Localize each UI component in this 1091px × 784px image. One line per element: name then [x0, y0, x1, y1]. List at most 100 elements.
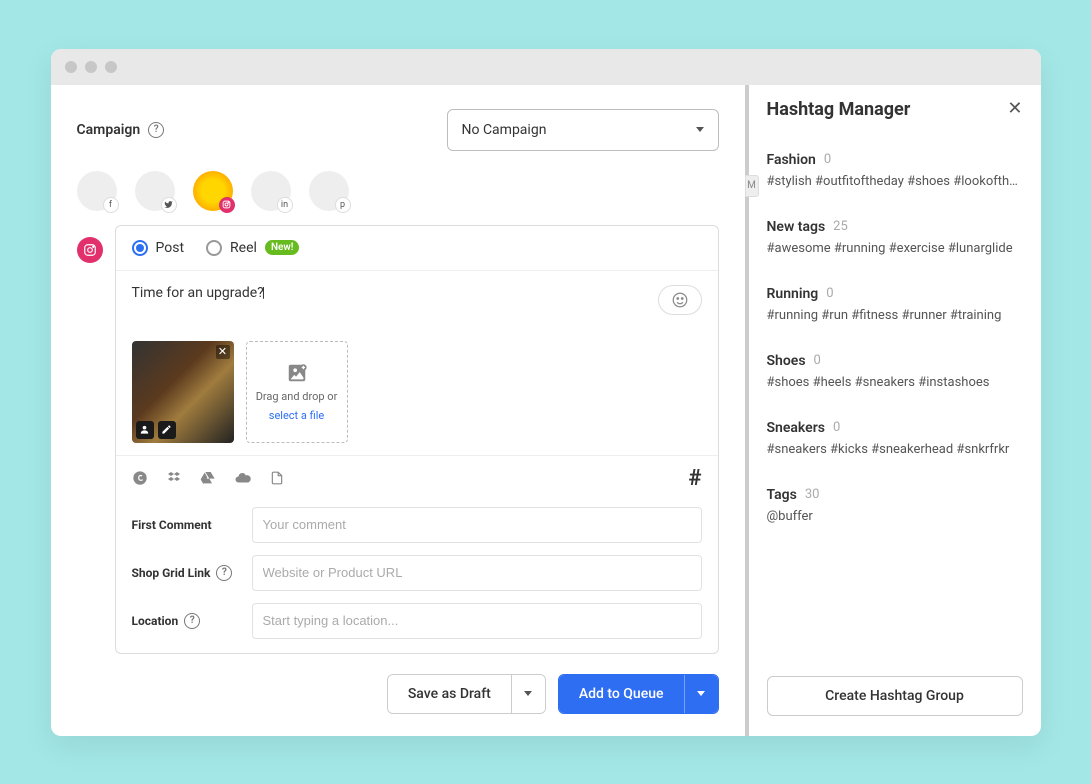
create-hashtag-group-button[interactable]: Create Hashtag Group — [767, 676, 1023, 716]
add-to-queue-label[interactable]: Add to Queue — [559, 675, 684, 713]
post-type-reel[interactable]: Reel New! — [206, 240, 299, 256]
window-zoom-dot[interactable] — [105, 61, 117, 73]
facebook-icon: f — [103, 197, 119, 213]
pinterest-icon: p — [335, 197, 351, 213]
content-area: Campaign ? No Campaign f in p — [51, 85, 1041, 736]
save-draft-options[interactable] — [511, 675, 545, 713]
location-input[interactable] — [252, 603, 702, 639]
hashtag-group-count: 0 — [833, 420, 840, 435]
shop-grid-input[interactable] — [252, 555, 702, 591]
post-type-selector: Post Reel New! — [116, 226, 718, 271]
save-draft-button[interactable]: Save as Draft — [387, 674, 546, 714]
upload-dropzone[interactable]: Drag and drop or select a file — [246, 341, 348, 443]
campaign-label-text: Campaign — [77, 122, 141, 138]
hashtag-group-count: 0 — [824, 152, 831, 167]
hashtag-group-name: Running — [767, 286, 819, 302]
window-minimize-dot[interactable] — [85, 61, 97, 73]
action-row: Save as Draft Add to Queue — [77, 674, 719, 714]
campaign-dropdown[interactable]: No Campaign — [447, 109, 719, 151]
hashtag-manager-button[interactable]: # — [688, 466, 701, 491]
hashtag-sidebar: M Hashtag Manager ✕ Fashion0#stylish #ou… — [745, 85, 1041, 736]
hashtag-group[interactable]: Sneakers 0 #sneakers #kicks #sneakerhead #… — [767, 420, 1023, 457]
window-titlebar — [51, 49, 1041, 85]
account-selector: f in p — [77, 171, 719, 211]
post-type-post-label: Post — [156, 240, 185, 256]
composer-wrap: Post Reel New! Time for an upgrade? — [77, 225, 719, 654]
shop-grid-row: Shop Grid Link ? — [116, 549, 718, 597]
first-comment-label: First Comment — [132, 518, 242, 532]
active-network-icon — [77, 237, 103, 263]
first-comment-row: First Comment — [116, 501, 718, 549]
new-badge: New! — [265, 240, 300, 255]
caption-text: Time for an upgrade? — [132, 285, 266, 301]
account-facebook[interactable]: f — [77, 171, 117, 211]
chevron-down-icon — [696, 127, 704, 132]
account-linkedin[interactable]: in — [251, 171, 291, 211]
shop-grid-label: Shop Grid Link — [132, 566, 211, 580]
source-bar: # — [116, 455, 718, 501]
post-type-post[interactable]: Post — [132, 240, 185, 256]
hashtag-group-tags: #awesome #running #exercise #lunarglide — [767, 241, 1023, 256]
hashtag-group-name: New tags — [767, 219, 826, 235]
tag-user-icon[interactable] — [136, 421, 154, 439]
onedrive-icon[interactable] — [234, 469, 252, 487]
remove-media-icon[interactable]: ✕ — [216, 345, 230, 359]
google-drive-icon[interactable] — [200, 470, 216, 486]
hashtag-group[interactable]: New tags25#awesome #running #exercise #l… — [767, 219, 1023, 256]
help-icon[interactable]: ? — [184, 613, 200, 629]
location-label: Location — [132, 614, 179, 628]
add-to-queue-button[interactable]: Add to Queue — [558, 674, 719, 714]
chevron-down-icon — [524, 691, 532, 696]
add-to-queue-options[interactable] — [684, 675, 718, 713]
campaign-row: Campaign ? No Campaign — [77, 109, 719, 151]
hashtag-group-count: 0 — [826, 286, 833, 301]
canva-icon[interactable] — [132, 470, 148, 486]
linkedin-icon: in — [277, 197, 293, 213]
twitter-icon — [161, 197, 177, 213]
location-row: Location ? — [116, 597, 718, 645]
select-file-link[interactable]: select a file — [269, 409, 324, 422]
sidebar-title: Hashtag Manager — [767, 99, 911, 120]
campaign-label: Campaign ? — [77, 122, 165, 138]
hashtag-group-name: Tags — [767, 487, 797, 503]
first-comment-input[interactable] — [252, 507, 702, 543]
image-icon — [286, 362, 308, 384]
chevron-down-icon — [697, 691, 705, 696]
radio-icon — [206, 240, 222, 256]
hashtag-group[interactable]: Shoes0#shoes #heels #sneakers #instashoe… — [767, 353, 1023, 390]
caption-textarea[interactable]: Time for an upgrade? — [116, 271, 718, 341]
hashtag-group[interactable]: Running 0 #running #run #fitness #runner #… — [767, 286, 1023, 323]
media-source-icons — [132, 469, 284, 487]
hashtag-group[interactable]: Tags 30 @buffer — [767, 487, 1023, 524]
app-window: Campaign ? No Campaign f in p — [51, 49, 1041, 736]
sidebar-header: Hashtag Manager ✕ — [767, 99, 1023, 120]
hashtag-group-count: 30 — [805, 487, 820, 502]
hashtag-group[interactable]: Fashion 0 #stylish #outfitoftheday #shoes … — [767, 152, 1023, 189]
dropzone-text: Drag and drop or — [256, 390, 338, 403]
window-close-dot[interactable] — [65, 61, 77, 73]
media-row: ✕ Drag an — [116, 341, 718, 455]
post-type-reel-label: Reel — [230, 240, 257, 256]
close-icon[interactable]: ✕ — [1007, 100, 1022, 118]
account-instagram[interactable] — [193, 171, 233, 211]
hashtag-group-tags: #stylish #outfitoftheday #shoes #lookoft… — [767, 174, 1023, 189]
file-icon[interactable] — [270, 470, 284, 486]
hashtag-group-list: Fashion 0 #stylish #outfitoftheday #shoes … — [767, 152, 1023, 656]
hashtag-group-count: 0 — [814, 353, 821, 368]
account-pinterest[interactable]: p — [309, 171, 349, 211]
account-twitter[interactable] — [135, 171, 175, 211]
edit-media-icon[interactable] — [158, 421, 176, 439]
dropbox-icon[interactable] — [166, 470, 182, 486]
save-draft-label[interactable]: Save as Draft — [388, 675, 511, 713]
hashtag-group-name: Sneakers — [767, 420, 825, 436]
hashtag-group-tags: #running #run #fitness #runner #training — [767, 308, 1023, 323]
emoji-button[interactable] — [658, 285, 702, 315]
media-thumbnail[interactable]: ✕ — [132, 341, 234, 443]
hashtag-group-tags: @buffer — [767, 509, 1023, 524]
hashtag-group-name: Fashion — [767, 152, 816, 168]
hashtag-group-tags: #sneakers #kicks #sneakerhead #snkrfrkr — [767, 442, 1023, 457]
help-icon[interactable]: ? — [216, 565, 232, 581]
help-icon[interactable]: ? — [148, 122, 164, 138]
main-panel: Campaign ? No Campaign f in p — [51, 85, 745, 736]
hashtag-group-name: Shoes — [767, 353, 806, 369]
